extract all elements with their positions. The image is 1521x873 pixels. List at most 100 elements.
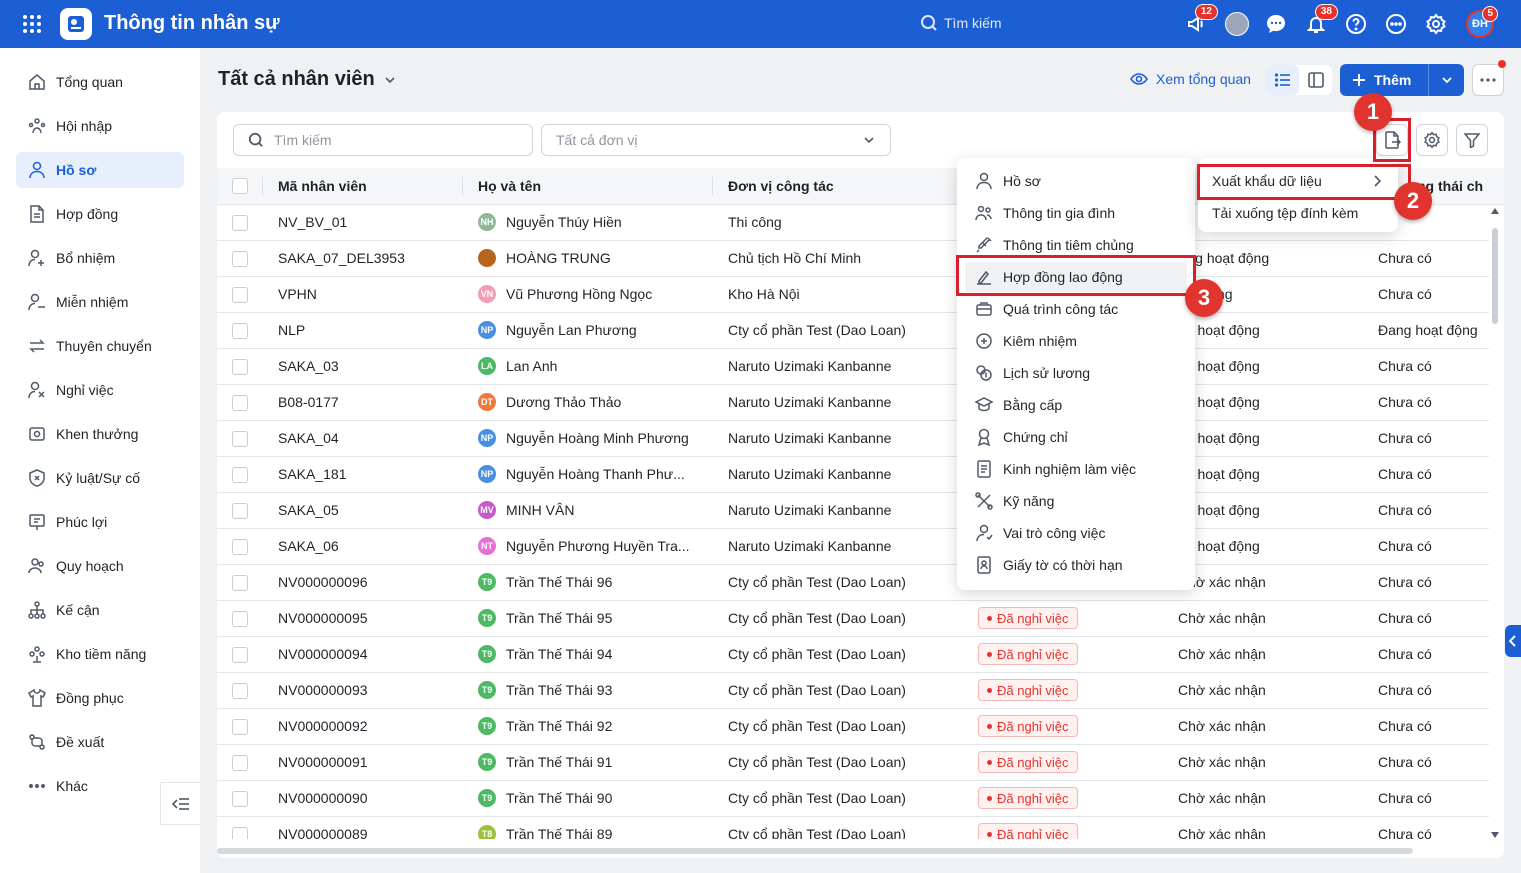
sidebar-item-2[interactable]: Hồ sơ	[16, 152, 184, 188]
employee-name[interactable]: MINH VÂN	[506, 502, 574, 518]
select-all-checkbox[interactable]	[232, 178, 248, 194]
row-checkbox[interactable]	[232, 611, 248, 627]
employee-name[interactable]: Trần Thế Thái 89	[506, 826, 612, 839]
sidebar-item-8[interactable]: Khen thưởng	[16, 416, 184, 452]
export-menu-item-9[interactable]: Kinh nghiệm làm việc	[965, 454, 1187, 484]
more-options-button[interactable]	[1472, 64, 1504, 96]
employee-name[interactable]: Lan Anh	[506, 358, 557, 374]
table-row[interactable]: NV000000092 T9 Trần Thế Thái 92 Cty cổ phần…	[217, 709, 1489, 745]
global-search[interactable]: Tìm kiếm	[920, 14, 1002, 32]
table-settings-button[interactable]	[1416, 124, 1448, 156]
table-row[interactable]: SAKA_04 NP Nguyễn Hoàng Minh Phương Naruto …	[217, 421, 1489, 457]
sidebar-item-6[interactable]: Thuyên chuyển	[16, 328, 184, 364]
table-row[interactable]: NV000000093 T9 Trần Thế Thái 93 Cty cổ phần…	[217, 673, 1489, 709]
row-checkbox[interactable]	[232, 359, 248, 375]
table-search-input[interactable]: Tìm kiếm	[233, 124, 533, 156]
employee-name[interactable]: Dương Thảo Thảo	[506, 394, 621, 410]
column-header-unit[interactable]: Đơn vị công tác	[728, 178, 834, 194]
sidebar-item-15[interactable]: Đề xuất	[16, 724, 184, 760]
export-menu-item-5[interactable]: Kiêm nhiệm	[965, 326, 1187, 356]
employee-name[interactable]: Trần Thế Thái 90	[506, 790, 612, 806]
employee-name[interactable]: Trần Thế Thái 92	[506, 718, 612, 734]
employee-name[interactable]: Trần Thế Thái 93	[506, 682, 612, 698]
list-view-icon[interactable]	[1266, 65, 1299, 95]
megaphone-icon[interactable]: 12	[1184, 4, 1218, 36]
sidebar-item-5[interactable]: Miễn nhiệm	[16, 284, 184, 320]
employee-name[interactable]: Trần Thế Thái 94	[506, 646, 612, 662]
row-checkbox[interactable]	[232, 827, 248, 839]
employee-name[interactable]: Nguyễn Hoàng Thanh Phư...	[506, 466, 685, 482]
row-checkbox[interactable]	[232, 251, 248, 267]
table-row[interactable]: NLP NP Nguyễn Lan Phương Cty cổ phần Test (…	[217, 313, 1489, 349]
employee-name[interactable]: Trần Thế Thái 96	[506, 574, 612, 590]
table-row[interactable]: VPHNVNVũ Phương Hồng NgọcKho Hà Nộioạt đ…	[217, 277, 1489, 313]
export-menu-item-10[interactable]: Kỹ năng	[965, 486, 1187, 516]
table-row[interactable]: NV000000090 T9 Trần Thế Thái 90 Cty cổ phần…	[217, 781, 1489, 817]
sidebar-item-4[interactable]: Bổ nhiệm	[16, 240, 184, 276]
overview-link[interactable]: Xem tổng quan	[1130, 70, 1251, 88]
row-checkbox[interactable]	[232, 287, 248, 303]
gear-icon[interactable]	[1424, 12, 1448, 36]
sidebar-item-10[interactable]: Phúc lợi	[16, 504, 184, 540]
export-menu-item-4[interactable]: Quá trình công tác	[965, 294, 1187, 324]
employee-name[interactable]: Nguyễn Hoàng Minh Phương	[506, 430, 689, 446]
row-checkbox[interactable]	[232, 467, 248, 483]
collapse-sidebar-icon[interactable]	[160, 782, 200, 825]
sidebar-item-1[interactable]: Hội nhập	[16, 108, 184, 144]
row-checkbox[interactable]	[232, 503, 248, 519]
column-header-code[interactable]: Mã nhân viên	[278, 178, 367, 194]
export-menu-item-1[interactable]: Thông tin gia đình	[965, 198, 1187, 228]
export-menu-item-7[interactable]: Bằng cấp	[965, 390, 1187, 420]
employee-name[interactable]: Nguyễn Thúy Hiền	[506, 214, 622, 230]
data-submenu-item-1[interactable]: Tải xuống tệp đính kèm	[1204, 198, 1392, 228]
profile-photo-icon[interactable]	[1225, 12, 1249, 36]
employee-name[interactable]: Nguyễn Phương Huyền Tra...	[506, 538, 690, 554]
row-checkbox[interactable]	[232, 791, 248, 807]
row-checkbox[interactable]	[232, 539, 248, 555]
row-checkbox[interactable]	[232, 575, 248, 591]
vertical-scrollbar[interactable]	[1490, 208, 1500, 838]
table-row[interactable]: SAKA_07_DEL3953 HOÀNG TRUNG Chủ tịch Hồ Ch…	[217, 241, 1489, 277]
row-checkbox[interactable]	[232, 431, 248, 447]
side-panel-toggle-icon[interactable]	[1505, 625, 1521, 657]
sidebar-item-3[interactable]: Hợp đồng	[16, 196, 184, 232]
table-row[interactable]: SAKA_03 LA Lan Anh Naruto Uzimaki Kanbanne n…	[217, 349, 1489, 385]
help-icon[interactable]	[1344, 12, 1368, 36]
table-row[interactable]: SAKA_05 MV MINH VÂN Naruto Uzimaki Kanbanne…	[217, 493, 1489, 529]
sidebar-item-14[interactable]: Đồng phục	[16, 680, 184, 716]
row-checkbox[interactable]	[232, 683, 248, 699]
export-menu-item-6[interactable]: Lịch sử lương	[965, 358, 1187, 388]
row-checkbox[interactable]	[232, 323, 248, 339]
table-row[interactable]: SAKA_181 NP Nguyễn Hoàng Thanh Phư... Narut…	[217, 457, 1489, 493]
employee-name[interactable]: Vũ Phương Hồng Ngọc	[506, 286, 652, 302]
export-menu-item-12[interactable]: Giấy tờ có thời hạn	[965, 550, 1187, 580]
row-checkbox[interactable]	[232, 395, 248, 411]
row-checkbox[interactable]	[232, 719, 248, 735]
row-checkbox[interactable]	[232, 755, 248, 771]
row-checkbox[interactable]	[232, 215, 248, 231]
employee-name[interactable]: Trần Thế Thái 95	[506, 610, 612, 626]
more-circle-icon[interactable]	[1384, 12, 1408, 36]
table-row[interactable]: NV000000091 T9 Trần Thế Thái 91 Cty cổ phần…	[217, 745, 1489, 781]
sidebar-item-16[interactable]: Khác	[16, 768, 184, 804]
page-title[interactable]: Tất cả nhân viên	[218, 68, 397, 91]
sidebar-item-7[interactable]: Nghỉ việc	[16, 372, 184, 408]
table-row[interactable]: NV000000095 T9 Trần Thế Thái 95 Cty cổ phần…	[217, 601, 1489, 637]
sidebar-item-13[interactable]: Kho tiềm năng	[16, 636, 184, 672]
filter-button[interactable]	[1456, 124, 1488, 156]
employee-name[interactable]: Nguyễn Lan Phương	[506, 322, 637, 338]
add-dropdown-chevron-icon[interactable]	[1428, 64, 1464, 96]
column-header-name[interactable]: Họ và tên	[478, 178, 541, 194]
sidebar-item-11[interactable]: Quy hoạch	[16, 548, 184, 584]
table-row[interactable]: NV000000096 T9 Trần Thế Thái 96 Cty cổ phần…	[217, 565, 1489, 601]
sidebar-item-12[interactable]: Kế cận	[16, 592, 184, 628]
chat-icon[interactable]	[1264, 12, 1288, 36]
sidebar-item-9[interactable]: Kỷ luật/Sự cố	[16, 460, 184, 496]
employee-name[interactable]: Trần Thế Thái 91	[506, 754, 612, 770]
sidebar-item-0[interactable]: Tổng quan	[16, 64, 184, 100]
user-avatar[interactable]: ĐH 5	[1466, 6, 1498, 38]
split-view-icon[interactable]	[1299, 65, 1332, 95]
bell-icon[interactable]: 38	[1304, 4, 1338, 36]
export-menu-item-0[interactable]: Hồ sơ	[965, 166, 1187, 196]
horizontal-scrollbar[interactable]	[217, 846, 1417, 856]
